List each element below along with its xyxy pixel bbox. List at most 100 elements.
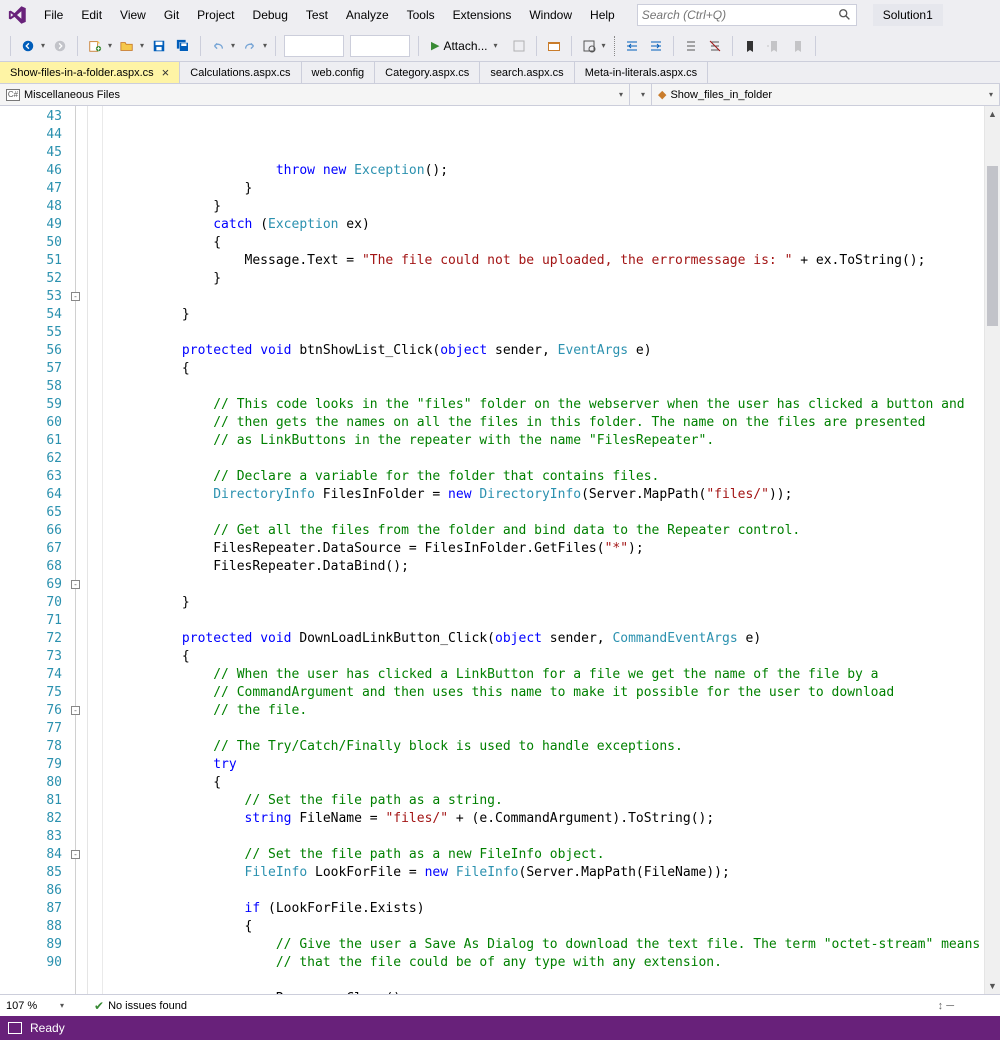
code-line[interactable]: // Give the user a Save As Dialog to dow… — [88, 936, 984, 954]
tab[interactable]: Calculations.aspx.cs — [180, 62, 301, 83]
code-line[interactable]: // Declare a variable for the folder tha… — [88, 468, 984, 486]
code-line[interactable] — [88, 972, 984, 990]
code-line[interactable]: // Set the file path as a new FileInfo o… — [88, 846, 984, 864]
tab[interactable]: search.aspx.cs — [480, 62, 574, 83]
fold-toggle[interactable]: - — [71, 292, 80, 301]
menu-analyze[interactable]: Analyze — [338, 4, 397, 26]
find-in-files-button[interactable]: ▾ — [578, 35, 608, 57]
code-line[interactable]: Message.Text = "The file could not be up… — [88, 252, 984, 270]
code-line[interactable]: FilesRepeater.DataSource = FilesInFolder… — [88, 540, 984, 558]
zoom-level[interactable]: 107 % — [6, 1000, 48, 1012]
code-line[interactable]: FilesRepeater.DataBind(); — [88, 558, 984, 576]
code-line[interactable]: } — [88, 306, 984, 324]
platform-combo[interactable] — [350, 35, 410, 57]
menu-window[interactable]: Window — [521, 4, 580, 26]
code-line[interactable] — [88, 504, 984, 522]
tab[interactable]: web.config — [302, 62, 376, 83]
indent-more-button[interactable] — [645, 35, 667, 57]
scroll-thumb[interactable] — [987, 166, 998, 326]
code-line[interactable]: // When the user has clicked a LinkButto… — [88, 666, 984, 684]
code-line[interactable]: } — [88, 270, 984, 288]
solution-selector[interactable]: Solution1 — [873, 4, 943, 26]
config-combo[interactable] — [284, 35, 344, 57]
comment-button[interactable] — [680, 35, 702, 57]
attach-button[interactable]: ▶ Attach... ▾ — [425, 35, 506, 57]
forward-button[interactable] — [49, 35, 71, 57]
code-line[interactable]: // This code looks in the "files" folder… — [88, 396, 984, 414]
code-line[interactable] — [88, 720, 984, 738]
code-line[interactable]: FileInfo LookForFile = new FileInfo(Serv… — [88, 864, 984, 882]
code-line[interactable]: { — [88, 918, 984, 936]
save-button[interactable] — [148, 35, 170, 57]
menu-help[interactable]: Help — [582, 4, 623, 26]
zoom-caret-icon[interactable]: ▾ — [58, 995, 66, 1017]
code-line[interactable]: // that the file could be of any type wi… — [88, 954, 984, 972]
save-all-button[interactable] — [172, 35, 194, 57]
menu-project[interactable]: Project — [189, 4, 242, 26]
redo-button[interactable]: ▾ — [239, 35, 269, 57]
debug-target-button[interactable] — [508, 35, 530, 57]
menu-file[interactable]: File — [36, 4, 71, 26]
bookmark-button[interactable] — [739, 35, 761, 57]
code-line[interactable]: // CommandArgument and then uses this na… — [88, 684, 984, 702]
tab[interactable]: Show-files-in-a-folder.aspx.cs× — [0, 62, 180, 83]
open-button[interactable]: ▾ — [116, 35, 146, 57]
indent-less-button[interactable] — [621, 35, 643, 57]
code-line[interactable]: if (LookForFile.Exists) — [88, 900, 984, 918]
back-button[interactable]: ▾ — [17, 35, 47, 57]
code-area[interactable]: throw new Exception(); } } catch (Except… — [88, 106, 984, 994]
code-line[interactable]: // Get all the files from the folder and… — [88, 522, 984, 540]
code-line[interactable]: // the file. — [88, 702, 984, 720]
browser-link-button[interactable] — [543, 35, 565, 57]
undo-button[interactable]: ▾ — [207, 35, 237, 57]
menu-test[interactable]: Test — [298, 4, 336, 26]
code-line[interactable]: // then gets the names on all the files … — [88, 414, 984, 432]
nav-empty-dropdown[interactable]: ▾ — [630, 84, 652, 105]
code-line[interactable]: string FileName = "files/" + (e.CommandA… — [88, 810, 984, 828]
fold-toggle[interactable]: - — [71, 580, 80, 589]
code-line[interactable]: // The Try/Catch/Finally block is used t… — [88, 738, 984, 756]
tab[interactable]: Category.aspx.cs — [375, 62, 480, 83]
code-line[interactable]: DirectoryInfo FilesInFolder = new Direct… — [88, 486, 984, 504]
search-icon[interactable] — [838, 8, 852, 22]
uncomment-button[interactable] — [704, 35, 726, 57]
outline-margin[interactable]: - - - - — [68, 106, 88, 994]
nav-project-dropdown[interactable]: C# Miscellaneous Files ▾ — [0, 84, 630, 105]
code-line[interactable] — [88, 450, 984, 468]
code-line[interactable]: throw new Exception(); — [88, 162, 984, 180]
code-line[interactable]: protected void btnShowList_Click(object … — [88, 342, 984, 360]
menu-git[interactable]: Git — [156, 4, 187, 26]
menu-debug[interactable]: Debug — [245, 4, 296, 26]
prev-bookmark-button[interactable] — [763, 35, 785, 57]
code-line[interactable]: Response.Clear(); — [88, 990, 984, 994]
scroll-up-icon[interactable]: ▲ — [985, 106, 1000, 122]
code-line[interactable]: try — [88, 756, 984, 774]
code-line[interactable] — [88, 324, 984, 342]
code-line[interactable] — [88, 288, 984, 306]
code-line[interactable]: } — [88, 180, 984, 198]
code-line[interactable]: { — [88, 774, 984, 792]
issues-indicator[interactable]: ✔ No issues found — [94, 999, 187, 1013]
code-line[interactable] — [88, 378, 984, 396]
code-line[interactable] — [88, 828, 984, 846]
code-line[interactable]: catch (Exception ex) — [88, 216, 984, 234]
code-line[interactable]: protected void DownLoadLinkButton_Click(… — [88, 630, 984, 648]
code-line[interactable] — [88, 576, 984, 594]
close-icon[interactable]: × — [162, 65, 170, 80]
search-box[interactable] — [637, 4, 857, 26]
code-line[interactable] — [88, 882, 984, 900]
menu-tools[interactable]: Tools — [399, 4, 443, 26]
menu-extensions[interactable]: Extensions — [445, 4, 520, 26]
tab[interactable]: Meta-in-literals.aspx.cs — [575, 62, 708, 83]
code-line[interactable]: } — [88, 198, 984, 216]
new-item-button[interactable]: ▾ — [84, 35, 114, 57]
search-input[interactable] — [642, 8, 838, 22]
code-line[interactable]: { — [88, 360, 984, 378]
next-bookmark-button[interactable] — [787, 35, 809, 57]
fold-toggle[interactable]: - — [71, 850, 80, 859]
scroll-down-icon[interactable]: ▼ — [985, 978, 1000, 994]
fold-toggle[interactable]: - — [71, 706, 80, 715]
code-line[interactable]: // Set the file path as a string. — [88, 792, 984, 810]
code-editor[interactable]: 4344454647484950515253545556575859606162… — [0, 106, 1000, 994]
code-line[interactable]: { — [88, 648, 984, 666]
